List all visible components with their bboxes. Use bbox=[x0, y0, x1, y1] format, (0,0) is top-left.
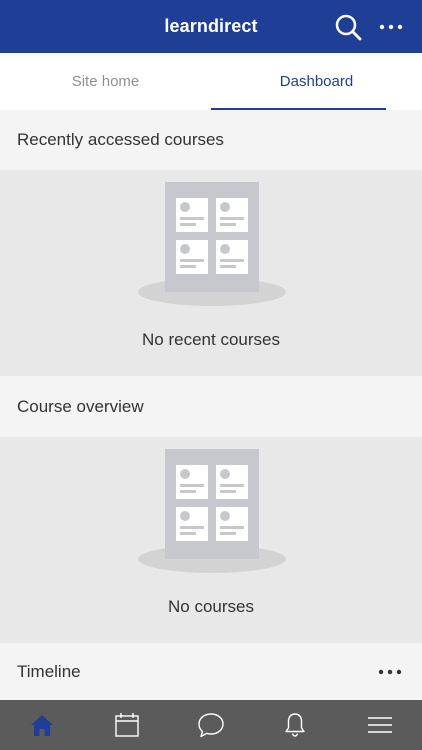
recent-courses-title: Recently accessed courses bbox=[17, 130, 224, 149]
nav-calendar[interactable] bbox=[84, 700, 168, 750]
messages-icon bbox=[198, 713, 224, 738]
top-app-bar: learndirect bbox=[0, 0, 422, 53]
search-icon[interactable] bbox=[334, 13, 362, 41]
calendar-icon bbox=[114, 713, 139, 737]
course-overview-title: Course overview bbox=[17, 396, 144, 416]
timeline-title: Timeline bbox=[17, 661, 81, 681]
timeline-more-icon[interactable] bbox=[376, 662, 404, 682]
course-overview-header: Course overview bbox=[0, 376, 422, 437]
tab-bar: Site home Dashboard bbox=[0, 53, 422, 110]
no-courses-text: No courses bbox=[168, 597, 254, 616]
bottom-nav bbox=[0, 700, 422, 750]
course-overview-body: No courses bbox=[0, 437, 422, 643]
courses-illustration-icon bbox=[138, 449, 286, 573]
no-recent-courses-text: No recent courses bbox=[142, 330, 280, 349]
recent-courses-header: Recently accessed courses bbox=[0, 110, 422, 170]
nav-home[interactable] bbox=[0, 700, 84, 750]
menu-icon bbox=[367, 717, 392, 733]
home-icon bbox=[31, 715, 54, 736]
more-icon[interactable] bbox=[376, 14, 406, 40]
notifications-icon bbox=[285, 713, 306, 737]
app-title: learndirect bbox=[164, 16, 258, 36]
tab-dashboard[interactable]: Dashboard bbox=[211, 53, 422, 110]
nav-menu[interactable] bbox=[338, 700, 422, 750]
timeline-header: Timeline bbox=[0, 643, 422, 700]
nav-messages[interactable] bbox=[169, 700, 253, 750]
nav-notifications[interactable] bbox=[253, 700, 337, 750]
recent-courses-body: No recent courses bbox=[0, 170, 422, 376]
tab-site-home[interactable]: Site home bbox=[0, 53, 211, 110]
courses-illustration-icon bbox=[138, 182, 286, 306]
